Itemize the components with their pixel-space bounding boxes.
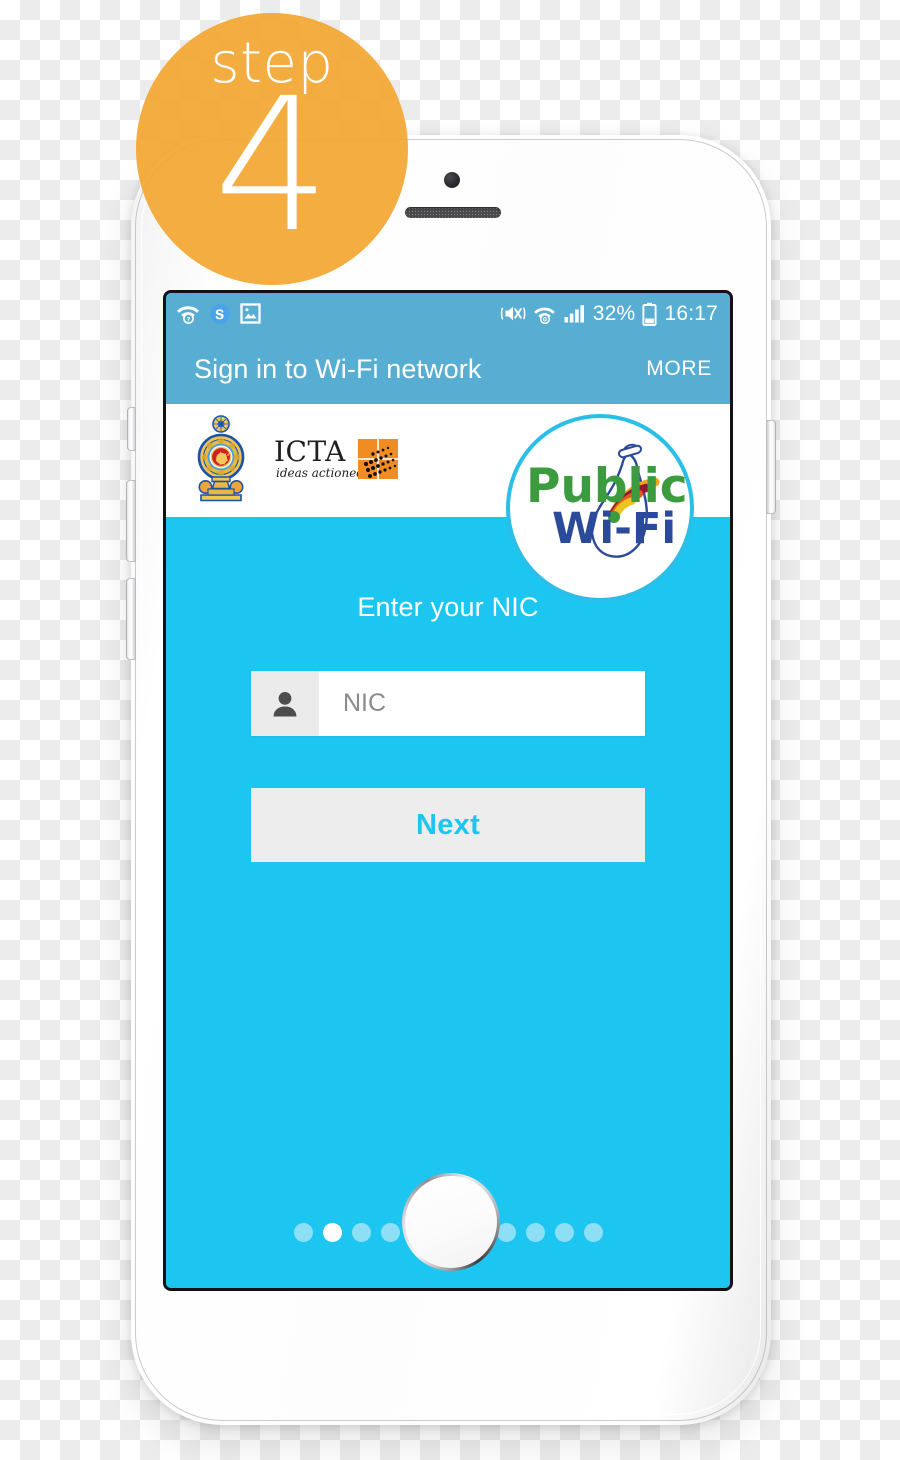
pagination-dot[interactable] bbox=[351, 1223, 371, 1242]
wifi-zero-icon: 0 bbox=[533, 307, 555, 324]
camera-icon bbox=[444, 172, 460, 188]
public-wifi-logo: Public Wi-Fi bbox=[506, 414, 694, 602]
pagination-dot[interactable] bbox=[554, 1223, 574, 1242]
phone-screen: ? 0 32% 16:17 Sign in to Wi-Fi network M… bbox=[166, 293, 730, 1288]
status-bar-left-icons: ? bbox=[176, 303, 261, 325]
battery-low-icon bbox=[642, 302, 657, 326]
svg-text:0: 0 bbox=[543, 316, 548, 323]
phone-device: ? 0 32% 16:17 Sign in to Wi-Fi network M… bbox=[126, 135, 776, 1425]
power-button[interactable] bbox=[766, 420, 776, 514]
battery-percent: 32% bbox=[592, 301, 636, 325]
volume-up-button[interactable] bbox=[126, 480, 136, 562]
wifi-question-icon: ? bbox=[177, 306, 199, 324]
more-button[interactable]: MORE bbox=[646, 357, 712, 381]
svg-text:Wi-Fi: Wi-Fi bbox=[552, 504, 676, 554]
status-bar: ? 0 32% 16:17 bbox=[166, 293, 730, 334]
screenshot-canvas: ? 0 32% 16:17 Sign in to Wi-Fi network M… bbox=[0, 0, 900, 1460]
status-bar-right-icons: 0 32% 16:17 bbox=[500, 302, 718, 326]
pagination-dot[interactable] bbox=[380, 1223, 400, 1242]
photo-icon bbox=[240, 303, 261, 324]
svg-text:ideas actioned: ideas actioned bbox=[276, 466, 364, 480]
skype-icon bbox=[210, 303, 230, 324]
nic-input[interactable] bbox=[319, 671, 665, 736]
page-title: Sign in to Wi-Fi network bbox=[194, 353, 482, 384]
silent-switch[interactable] bbox=[127, 407, 136, 451]
nic-field-row bbox=[251, 671, 665, 736]
pagination-dot[interactable] bbox=[525, 1223, 545, 1242]
mute-vibrate-icon bbox=[500, 306, 526, 321]
home-button-icon[interactable] bbox=[402, 1173, 500, 1271]
svg-text:ICTA: ICTA bbox=[274, 435, 346, 468]
pagination-dot[interactable] bbox=[322, 1223, 342, 1242]
person-icon bbox=[251, 671, 319, 736]
step-badge-label: step bbox=[210, 31, 334, 96]
next-button-label: Next bbox=[415, 808, 481, 841]
sri-lanka-emblem-icon bbox=[192, 414, 250, 507]
icta-logo-icon: ICTA ideas actioned bbox=[274, 434, 402, 488]
clock: 16:17 bbox=[664, 301, 718, 325]
signal-bars-icon bbox=[564, 305, 584, 323]
branding-band: ICTA ideas actioned Public Wi-Fi bbox=[166, 404, 730, 602]
pagination-dot[interactable] bbox=[293, 1223, 313, 1242]
home-button-face bbox=[405, 1176, 497, 1268]
svg-text:?: ? bbox=[187, 315, 191, 323]
volume-down-button[interactable] bbox=[126, 578, 136, 660]
pagination-dot[interactable] bbox=[583, 1223, 603, 1242]
speaker-grille-icon bbox=[405, 207, 501, 218]
app-title-bar: Sign in to Wi-Fi network MORE bbox=[166, 334, 730, 404]
next-button[interactable]: Next bbox=[251, 788, 645, 862]
